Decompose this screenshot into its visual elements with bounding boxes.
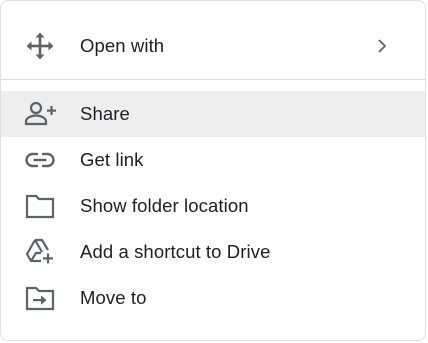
move-arrows-icon bbox=[23, 29, 57, 63]
menu-item-move-to[interactable]: Move to bbox=[1, 275, 425, 321]
context-menu: Open with Share Get link Show folder loc… bbox=[0, 0, 426, 341]
menu-item-label: Show folder location bbox=[80, 195, 249, 216]
menu-item-open-with[interactable]: Open with bbox=[1, 23, 425, 69]
menu-item-label: Share bbox=[80, 103, 130, 124]
person-add-icon bbox=[23, 97, 57, 131]
chevron-right-icon bbox=[373, 37, 391, 55]
link-icon bbox=[23, 143, 57, 177]
folder-icon bbox=[23, 189, 57, 223]
drive-shortcut-icon bbox=[23, 235, 57, 269]
menu-item-label: Open with bbox=[80, 35, 165, 56]
menu-item-label: Move to bbox=[80, 287, 147, 308]
menu-item-get-link[interactable]: Get link bbox=[1, 137, 425, 183]
menu-item-add-shortcut[interactable]: Add a shortcut to Drive bbox=[1, 229, 425, 275]
menu-item-label: Get link bbox=[80, 149, 144, 170]
menu-divider bbox=[1, 79, 425, 80]
menu-item-share[interactable]: Share bbox=[1, 91, 425, 137]
menu-item-show-folder-location[interactable]: Show folder location bbox=[1, 183, 425, 229]
move-to-folder-icon bbox=[23, 281, 57, 315]
menu-item-label: Add a shortcut to Drive bbox=[80, 241, 271, 262]
